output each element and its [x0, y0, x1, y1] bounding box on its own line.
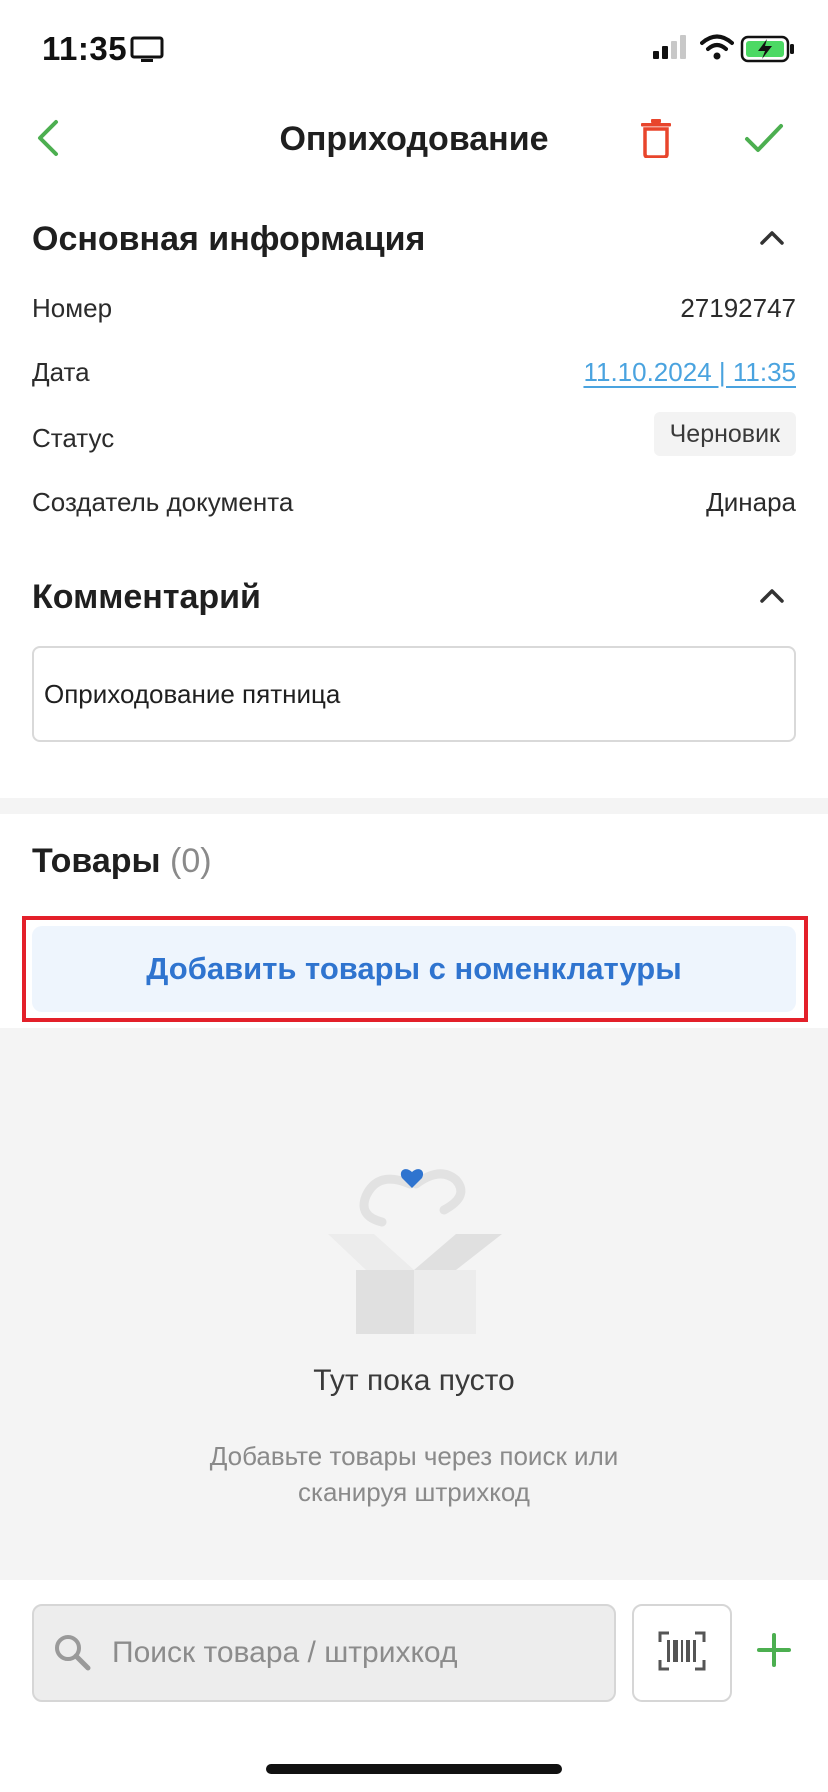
comment-field[interactable]: Оприходование пятница: [32, 646, 796, 742]
goods-title-label: Товары: [32, 842, 161, 880]
info-row-number: Номер 27192747: [32, 288, 796, 328]
comment-collapse-button[interactable]: [752, 578, 792, 618]
barcode-scan-icon: [658, 1631, 706, 1676]
page-title: Оприходование: [279, 120, 549, 158]
info-row-creator: Создатель документа Динара: [32, 482, 796, 522]
empty-box-icon: [320, 1140, 510, 1345]
main-info-collapse-button[interactable]: [752, 220, 792, 260]
document-number: 27192747: [680, 293, 796, 323]
section-divider: [0, 798, 828, 814]
empty-state-title: Тут пока пусто: [313, 1364, 515, 1397]
goods-title: Товары (0): [32, 842, 212, 881]
trash-icon: [640, 118, 672, 163]
status-time: 11:35: [42, 30, 128, 67]
search-icon: [52, 1632, 92, 1677]
nav-bar: Оприходование: [0, 100, 828, 184]
add-item-button[interactable]: [748, 1626, 800, 1678]
scan-barcode-button[interactable]: [632, 1604, 732, 1702]
status-badge: Черновик: [653, 412, 796, 456]
creator-name: Динара: [706, 487, 796, 517]
chevron-up-icon: [759, 230, 785, 251]
empty-state-subtitle: Добавьте товары через поиск или сканируя…: [0, 1438, 828, 1510]
search-field[interactable]: [32, 1604, 616, 1702]
info-row-status: Статус Черновик: [32, 412, 796, 458]
date-link[interactable]: 11.10.2024 | 11:35: [583, 352, 796, 392]
status-bar: 11:35: [0, 0, 828, 100]
wifi-icon: [700, 33, 734, 66]
info-row-label: Создатель документа: [32, 487, 294, 517]
info-row-label: Номер: [32, 293, 113, 323]
battery-charging-icon: [740, 35, 796, 68]
plus-icon: [756, 1632, 792, 1673]
home-indicator: [266, 1764, 562, 1774]
info-row-label: Статус: [32, 423, 115, 453]
chevron-up-icon: [759, 588, 785, 609]
delete-button[interactable]: [628, 112, 684, 168]
check-icon: [744, 122, 784, 159]
info-row-label: Дата: [32, 357, 90, 387]
search-input[interactable]: [112, 1606, 602, 1700]
empty-state-line: Добавьте товары через поиск или: [209, 1441, 619, 1471]
add-from-catalog-button[interactable]: Добавить товары с номенклатуры: [32, 926, 796, 1012]
empty-state-line: сканируя штрихкод: [298, 1477, 530, 1507]
info-row-date: Дата 11.10.2024 | 11:35: [32, 352, 796, 392]
screen-mirror-icon: [130, 36, 164, 69]
main-info-title: Основная информация: [32, 220, 426, 258]
signal-icon: [652, 34, 690, 65]
comment-title: Комментарий: [32, 578, 261, 616]
confirm-button[interactable]: [736, 112, 792, 168]
goods-count: (0): [170, 842, 212, 880]
